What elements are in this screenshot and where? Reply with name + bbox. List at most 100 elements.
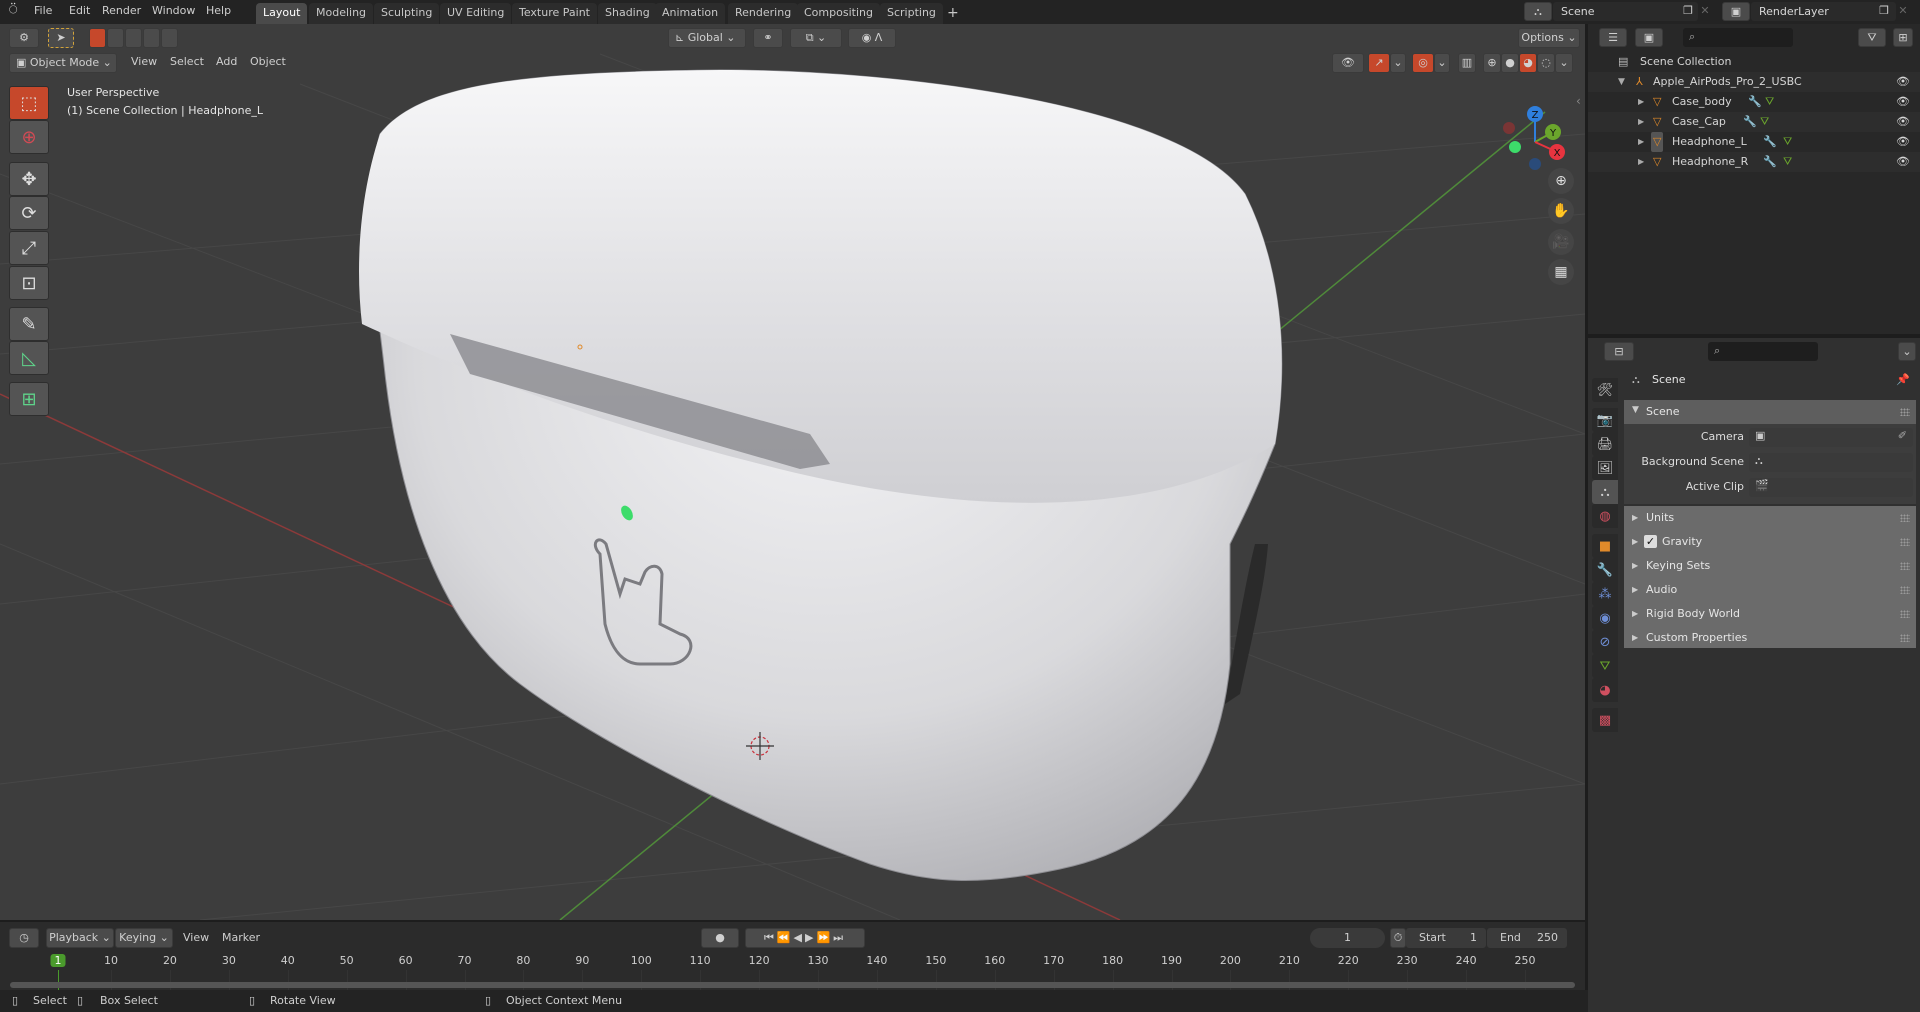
new-view-layer-icon[interactable]: ❐ bbox=[1876, 3, 1892, 20]
options-dropdown[interactable]: Options ⌄ bbox=[1518, 28, 1580, 48]
outliner-search-input[interactable]: ⌕ bbox=[1683, 28, 1793, 47]
new-scene-icon[interactable]: ❐ bbox=[1680, 3, 1696, 20]
tab-compositing[interactable]: Compositing bbox=[797, 3, 880, 24]
properties-search-input[interactable]: ⌕ bbox=[1708, 342, 1818, 361]
tab-view-layer[interactable]: 🖼 bbox=[1592, 456, 1618, 480]
add-workspace-button[interactable]: + bbox=[940, 3, 966, 24]
outliner-row-object[interactable]: ▶ ▽ Case_body 🔧 ⛛ 👁 bbox=[1588, 92, 1920, 112]
tab-world[interactable]: ◍ bbox=[1592, 504, 1618, 528]
tab-sculpting[interactable]: Sculpting bbox=[374, 3, 440, 24]
select-mode-new-icon[interactable] bbox=[89, 28, 106, 48]
view-layer-browse-icon[interactable]: ▣ bbox=[1722, 2, 1750, 21]
tab-output[interactable]: 🖨 bbox=[1592, 432, 1618, 456]
drag-grip-icon[interactable] bbox=[1900, 408, 1910, 416]
overlays-dropdown-icon[interactable]: ⌄ bbox=[1434, 53, 1450, 73]
visibility-eye-icon[interactable]: 👁 bbox=[1896, 132, 1910, 152]
section-units[interactable]: ▶ Units bbox=[1624, 506, 1916, 530]
menu-view[interactable]: View bbox=[131, 55, 157, 68]
section-gravity[interactable]: ▶ ✓ Gravity bbox=[1624, 530, 1916, 554]
display-mode-icon[interactable]: ☰ bbox=[1599, 28, 1627, 47]
ortho-toggle-icon[interactable]: ▦ bbox=[1548, 259, 1574, 285]
drag-grip-icon[interactable] bbox=[1900, 538, 1910, 546]
tab-shading[interactable]: Shading bbox=[598, 3, 657, 24]
shading-wireframe-icon[interactable]: ⊕ bbox=[1483, 53, 1501, 73]
tab-physics[interactable]: ◉ bbox=[1592, 606, 1618, 630]
tool-measure[interactable]: ◺ bbox=[9, 341, 49, 375]
tab-scene[interactable]: ⛬ bbox=[1592, 480, 1618, 504]
camera-field[interactable]: ▣ ✐ bbox=[1749, 428, 1913, 447]
zoom-view-icon[interactable]: ⊕ bbox=[1548, 168, 1574, 194]
shading-rendered-icon[interactable]: ◌ bbox=[1537, 53, 1555, 73]
tab-texture[interactable]: ▩ bbox=[1592, 708, 1618, 732]
properties-options-dropdown[interactable]: ⌄ bbox=[1898, 342, 1916, 361]
outliner-row-object[interactable]: ▶ ▽ Headphone_R 🔧 ⛛ 👁 bbox=[1588, 152, 1920, 172]
outliner-row-object-active[interactable]: ▶ ▽ Headphone_L 🔧 ⛛ 👁 bbox=[1588, 132, 1920, 152]
tab-constraints[interactable]: ⊘ bbox=[1592, 630, 1618, 654]
tool-scale[interactable]: ⤢ bbox=[9, 231, 49, 265]
expand-icon[interactable]: ▶ bbox=[1638, 132, 1644, 152]
section-audio[interactable]: ▶ Audio bbox=[1624, 578, 1916, 602]
overlays-toggle-icon[interactable]: ◎ bbox=[1412, 53, 1434, 73]
tab-particles[interactable]: ⁂ bbox=[1592, 582, 1618, 606]
outliner-filter-icon[interactable]: ⛛ bbox=[1858, 28, 1886, 47]
drag-grip-icon[interactable] bbox=[1900, 586, 1910, 594]
shading-material-icon[interactable]: ◕ bbox=[1519, 53, 1537, 73]
drag-grip-icon[interactable] bbox=[1900, 514, 1910, 522]
mode-dropdown[interactable]: ▣ Object Mode ⌄ bbox=[9, 53, 117, 73]
proportional-edit-icon[interactable]: ◉ Λ bbox=[848, 28, 896, 48]
camera-view-icon[interactable]: 🎥 bbox=[1548, 229, 1574, 255]
tab-uv-editing[interactable]: UV Editing bbox=[440, 3, 512, 24]
expand-icon[interactable]: ▶ bbox=[1638, 112, 1644, 132]
tool-transform[interactable]: ⊡ bbox=[9, 266, 49, 300]
outliner-row-object[interactable]: ▶ ▽ Case_Cap 🔧 ⛛ 👁 bbox=[1588, 112, 1920, 132]
drag-grip-icon[interactable] bbox=[1900, 610, 1910, 618]
expand-icon[interactable]: ▶ bbox=[1638, 92, 1644, 112]
gizmo-dropdown-icon[interactable]: ⌄ bbox=[1390, 53, 1406, 73]
pivot-point-icon[interactable]: ⚭ bbox=[753, 28, 783, 48]
expand-icon[interactable]: ▼ bbox=[1618, 72, 1625, 92]
properties-editor-type-icon[interactable]: ⊟ bbox=[1604, 342, 1634, 361]
scene-panel-header[interactable]: ▼ Scene bbox=[1624, 400, 1916, 424]
tab-material[interactable]: ◕ bbox=[1592, 678, 1618, 702]
select-mode-extend-icon[interactable] bbox=[107, 28, 124, 48]
gizmo-toggle-icon[interactable]: ↗ bbox=[1368, 53, 1390, 73]
outliner-filter-view-icon[interactable]: ▣ bbox=[1635, 28, 1663, 47]
section-custom-properties[interactable]: ▶ Custom Properties bbox=[1624, 626, 1916, 650]
outliner-row-collection[interactable]: ▼ ⅄ Apple_AirPods_Pro_2_USBC 👁 bbox=[1588, 72, 1920, 92]
shading-solid-icon[interactable]: ● bbox=[1501, 53, 1519, 73]
tab-modifiers[interactable]: 🔧 bbox=[1592, 558, 1618, 582]
3d-viewport[interactable]: ⚙ ➤ ⊾ Global ⌄ ⚭ ⧉ ⌄ ◉ Λ Options ⌄ ▣ Obj… bbox=[0, 24, 1585, 920]
timeline-scrollbar[interactable] bbox=[10, 982, 1575, 988]
transform-orientation-dropdown[interactable]: ⊾ Global ⌄ bbox=[668, 28, 746, 48]
tab-data[interactable]: ⛛ bbox=[1592, 654, 1618, 678]
tab-scripting[interactable]: Scripting bbox=[880, 3, 943, 24]
pan-view-icon[interactable]: ✋ bbox=[1548, 198, 1574, 224]
menu-object[interactable]: Object bbox=[250, 55, 286, 68]
menu-render[interactable]: Render bbox=[102, 4, 141, 17]
visibility-eye-icon[interactable]: 👁 bbox=[1896, 152, 1910, 172]
menu-select[interactable]: Select bbox=[170, 55, 204, 68]
outliner-row-scene-collection[interactable]: ▤ Scene Collection bbox=[1588, 52, 1920, 72]
tab-tool[interactable]: 🛠 bbox=[1592, 378, 1618, 402]
select-mode-subtract-icon[interactable] bbox=[125, 28, 142, 48]
active-clip-field[interactable]: 🎬 bbox=[1749, 478, 1913, 497]
visibility-icon[interactable]: 👁 bbox=[1332, 53, 1364, 73]
tool-rotate[interactable]: ⟳ bbox=[9, 196, 49, 230]
tab-animation[interactable]: Animation bbox=[655, 3, 726, 24]
current-frame-marker[interactable]: 1 bbox=[50, 954, 66, 967]
tab-render[interactable]: 📷 bbox=[1592, 408, 1618, 432]
shading-dropdown-icon[interactable]: ⌄ bbox=[1555, 53, 1573, 73]
tab-layout[interactable]: Layout bbox=[256, 3, 308, 24]
eyedropper-icon[interactable]: ✐ bbox=[1898, 429, 1907, 442]
section-keying-sets[interactable]: ▶ Keying Sets bbox=[1624, 554, 1916, 578]
menu-add[interactable]: Add bbox=[216, 55, 237, 68]
gravity-checkbox[interactable]: ✓ bbox=[1644, 535, 1657, 548]
tab-texture-paint[interactable]: Texture Paint bbox=[512, 3, 597, 24]
snap-icon[interactable]: ⧉ ⌄ bbox=[790, 28, 842, 48]
blender-logo-icon[interactable]: ⍥ bbox=[9, 2, 17, 18]
section-rigid-body-world[interactable]: ▶ Rigid Body World bbox=[1624, 602, 1916, 626]
tab-modeling[interactable]: Modeling bbox=[309, 3, 374, 24]
tab-object[interactable]: ■ bbox=[1592, 534, 1618, 558]
scene-name-field[interactable]: Scene bbox=[1553, 2, 1698, 21]
tool-select-box[interactable]: ⬚ bbox=[9, 86, 49, 120]
